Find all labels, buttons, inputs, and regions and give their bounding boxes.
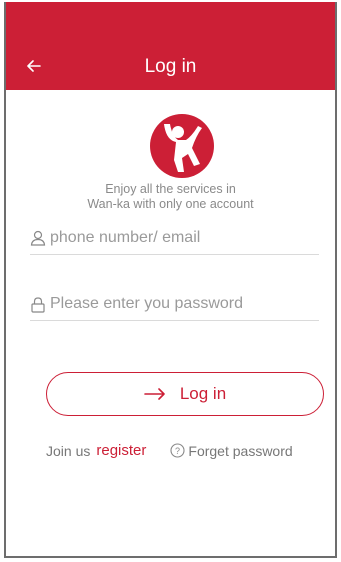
app-header: Log in — [6, 2, 335, 90]
password-input[interactable] — [46, 295, 300, 313]
account-input[interactable] — [46, 229, 300, 247]
phone-frame: Log in Enjoy all the services in Wan-ka … — [4, 2, 337, 558]
svg-text:?: ? — [175, 446, 180, 456]
tagline-line-1: Enjoy all the services in — [105, 182, 236, 196]
user-icon — [30, 230, 46, 246]
arrow-right-icon — [144, 388, 165, 400]
login-button[interactable]: Log in — [46, 372, 324, 416]
footer-links: Join us register ? Forget password — [46, 442, 325, 459]
question-circle-icon: ? — [170, 443, 185, 458]
tagline-line-2: Wan-ka with only one account — [87, 197, 254, 211]
password-field — [30, 288, 319, 321]
wan-ka-logo — [150, 114, 214, 178]
lock-icon — [31, 296, 45, 313]
join-text: Join us — [46, 442, 91, 459]
forget-password-label: Forget password — [188, 442, 293, 459]
forget-password-link[interactable]: ? Forget password — [170, 442, 293, 459]
page-title: Log in — [144, 56, 197, 77]
tagline: Enjoy all the services in Wan-ka with on… — [6, 182, 335, 212]
login-button-label: Log in — [179, 384, 227, 403]
register-link[interactable]: register — [96, 442, 146, 459]
account-field — [30, 222, 319, 255]
